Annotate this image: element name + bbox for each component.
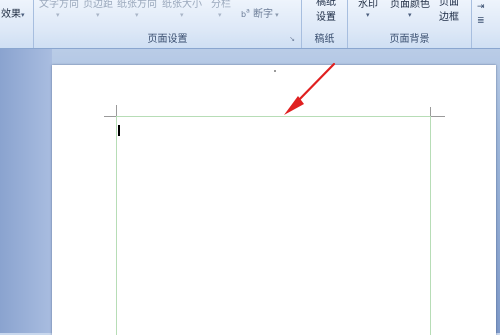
paper-size-dropdown-icon: ▾ [180, 11, 184, 19]
hyphenation-label: 断字 [252, 9, 273, 20]
crop-mark-top-right-vertical [430, 107, 431, 116]
page-setup-group-label: 页面设置 [147, 34, 188, 45]
ribbon: 效果▾ 文字方向 ▾ 页边距 ▾ 纸张方向 ▾ 纸张大小 ▾ 分栏 ▾ ba 断… [0, 0, 500, 49]
margin-guide-left [116, 116, 117, 335]
orientation-button[interactable]: 纸张方向 [117, 0, 157, 10]
manuscript-group-label: 稿纸 [314, 34, 335, 45]
paper-size-button[interactable]: 纸张大小 [162, 0, 202, 10]
document-page[interactable] [52, 65, 496, 335]
margins-button[interactable]: 页边距 [83, 0, 113, 10]
page-background-group-label: 页面背景 [389, 34, 430, 45]
text-direction-dropdown-icon: ▾ [56, 11, 60, 19]
columns-button[interactable]: 分栏 [211, 0, 231, 10]
columns-dropdown-icon: ▾ [218, 11, 222, 19]
ribbon-group-manuscript: 稿纸 设置 稿纸 [302, 0, 348, 48]
page-color-button[interactable]: 页面颜色 [390, 0, 430, 10]
margins-dropdown-icon: ▾ [96, 11, 100, 19]
page-color-dropdown-icon: ▾ [408, 11, 412, 19]
crop-mark-top-right-horizontal [431, 116, 445, 117]
crop-mark-top-left-horizontal [104, 116, 116, 117]
indent-icon[interactable]: ⇥ [477, 2, 485, 12]
ribbon-group-page-setup: 文字方向 ▾ 页边距 ▾ 纸张方向 ▾ 纸张大小 ▾ 分栏 ▾ ba 断字 ▾ … [34, 0, 302, 48]
manuscript-settings-label-line2: 设置 [316, 12, 336, 23]
document-left-background [0, 49, 52, 333]
page-borders-label-line1: 页面 [439, 0, 459, 8]
manuscript-settings-button[interactable]: 稿纸 设置 [314, 0, 338, 25]
page-setup-dialog-launcher-icon[interactable]: ↘ [289, 35, 295, 43]
margin-guide-top [116, 116, 431, 117]
ribbon-group-paragraph-partial: ⇥ ≣ [472, 0, 500, 48]
manuscript-settings-label-line1: 稿纸 [316, 0, 336, 8]
hyphenation-dropdown-icon: ▾ [272, 11, 279, 19]
ribbon-group-themes: 效果▾ [0, 0, 34, 48]
page-borders-label-line2: 边框 [439, 12, 459, 23]
watermark-button[interactable]: 水印 [358, 0, 378, 10]
crop-mark-top-left-vertical [116, 105, 117, 116]
text-direction-button[interactable]: 文字方向 [39, 0, 79, 10]
top-center-mark [274, 70, 276, 72]
page-borders-button[interactable]: 页面 边框 [437, 0, 461, 25]
orientation-dropdown-icon: ▾ [135, 11, 139, 19]
ribbon-group-page-background: 水印 ▾ 页面颜色 ▾ 页面 边框 页面背景 [348, 0, 472, 48]
spacing-icon[interactable]: ≣ [477, 16, 485, 26]
hyphenation-button[interactable]: ba 断字 ▾ [241, 5, 279, 20]
hyphenation-icon-small: a [246, 7, 250, 15]
margin-guide-right [430, 116, 431, 335]
watermark-dropdown-icon: ▾ [366, 11, 370, 19]
effects-dropdown-arrow: ▾ [21, 11, 25, 19]
effects-label: 效果 [1, 9, 21, 20]
effects-button[interactable]: 效果▾ [1, 5, 25, 20]
text-cursor [118, 125, 120, 136]
